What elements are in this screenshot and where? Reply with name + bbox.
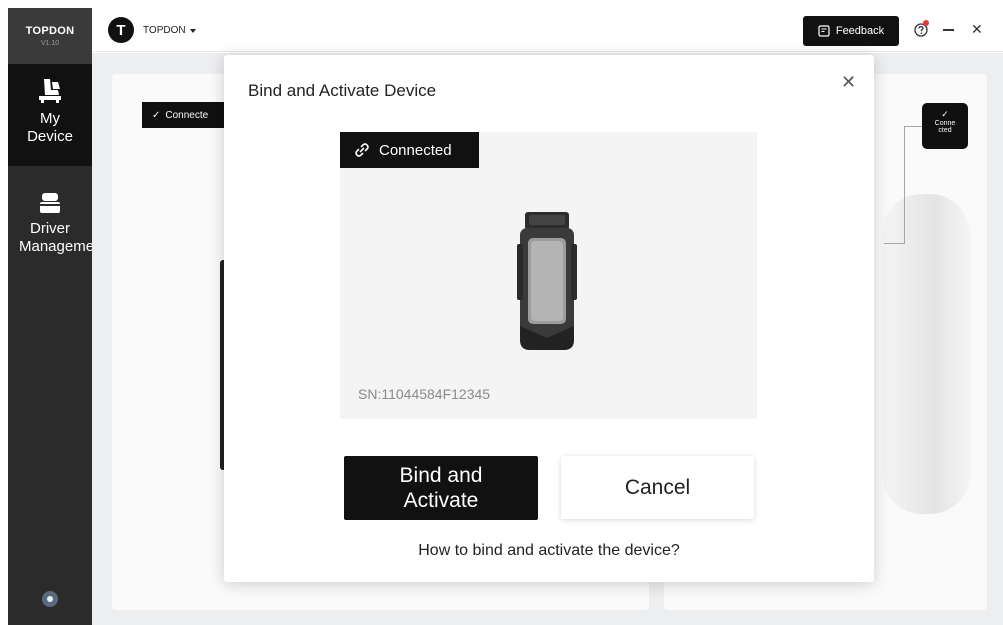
connection-status-label: Connected: [379, 141, 452, 159]
bind-activate-label: Bind and Activate: [400, 463, 483, 513]
window-close-icon[interactable]: ✕: [971, 21, 983, 38]
bind-label-line2: Activate: [403, 489, 479, 512]
minimize-icon[interactable]: [943, 29, 954, 31]
feedback-label: Feedback: [835, 25, 885, 37]
cancel-button[interactable]: Cancel: [561, 456, 754, 519]
brand-header: TOPDON V1.10: [8, 8, 92, 64]
feedback-icon: [818, 25, 830, 37]
sidebar-item-label: My Device: [27, 110, 73, 145]
bind-activate-button[interactable]: Bind and Activate: [344, 456, 538, 520]
app-version: V1.10: [40, 40, 60, 47]
settings-icon[interactable]: [42, 591, 58, 607]
sidebar-item-label: Driver Management: [19, 220, 107, 255]
account-name: TOPDON: [143, 24, 186, 36]
connection-status-tag: Connected: [340, 132, 479, 168]
top-bar: T TOPDON Feedback ✕: [92, 8, 1003, 52]
feedback-button[interactable]: Feedback: [803, 16, 899, 46]
close-icon[interactable]: ✕: [841, 72, 856, 93]
sidebar-item-driver-management[interactable]: Driver Management: [8, 166, 107, 256]
car-seat-icon: [39, 79, 61, 103]
avatar: T: [108, 17, 134, 43]
sidebar: TOPDON V1.10 My Device Driver Management: [8, 8, 107, 625]
serial-number: SN:11044584F12345: [358, 386, 491, 402]
bind-label-line1: Bind and: [399, 464, 483, 487]
bind-activate-dialog: Bind and Activate Device ✕ Connected SN:…: [224, 55, 874, 582]
brand-logo: TOPDON: [25, 25, 75, 37]
account-switcher[interactable]: T TOPDON: [108, 17, 196, 43]
help-link[interactable]: How to bind and activate the device?: [224, 542, 874, 560]
device-box-icon: [40, 193, 60, 213]
caret-down-icon: [189, 28, 196, 33]
obd-device-image: [517, 212, 577, 350]
sidebar-item-my-device[interactable]: My Device: [8, 64, 92, 166]
dialog-title: Bind and Activate Device: [248, 81, 437, 100]
notification-dot: [923, 20, 929, 26]
app-window: TOPDON V1.10 My Device Driver Management: [0, 0, 1003, 625]
link-icon: [355, 143, 369, 157]
device-preview: Connected SN:11044584F12345: [340, 132, 757, 419]
